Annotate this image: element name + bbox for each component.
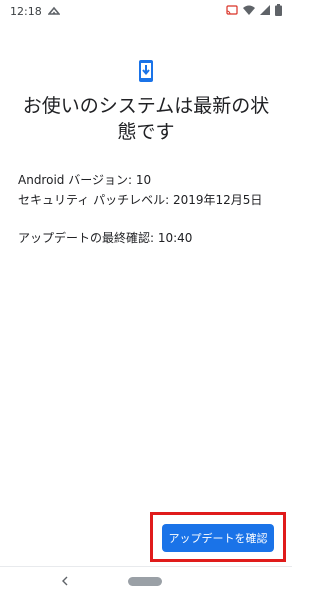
status-icons — [226, 3, 282, 19]
android-version-text: Android バージョン: 10 — [18, 173, 152, 187]
security-patch-text: セキュリティ パッチレベル: 2019年12月5日 — [18, 193, 263, 207]
signal-icon — [260, 4, 270, 18]
page-title: お使いのシステムは最新の状態です — [22, 95, 270, 143]
last-checked-text: アップデートの最終確認: 10:40 — [18, 231, 193, 245]
phone-download-icon — [136, 59, 156, 83]
back-icon[interactable] — [58, 574, 72, 588]
home-pill[interactable] — [128, 577, 162, 586]
system-update-screen: 12:18 お使いのシステムは最新の状態です Android バージョン: 10… — [0, 0, 292, 600]
wifi-icon — [243, 5, 255, 18]
cast-icon — [226, 4, 238, 18]
status-time: 12:18 — [10, 4, 42, 18]
nav-divider — [0, 566, 292, 567]
cloud-icon — [46, 5, 61, 18]
battery-icon — [275, 3, 282, 19]
status-bar: 12:18 — [0, 0, 292, 22]
check-update-button[interactable]: アップデートを確認 — [162, 524, 274, 552]
